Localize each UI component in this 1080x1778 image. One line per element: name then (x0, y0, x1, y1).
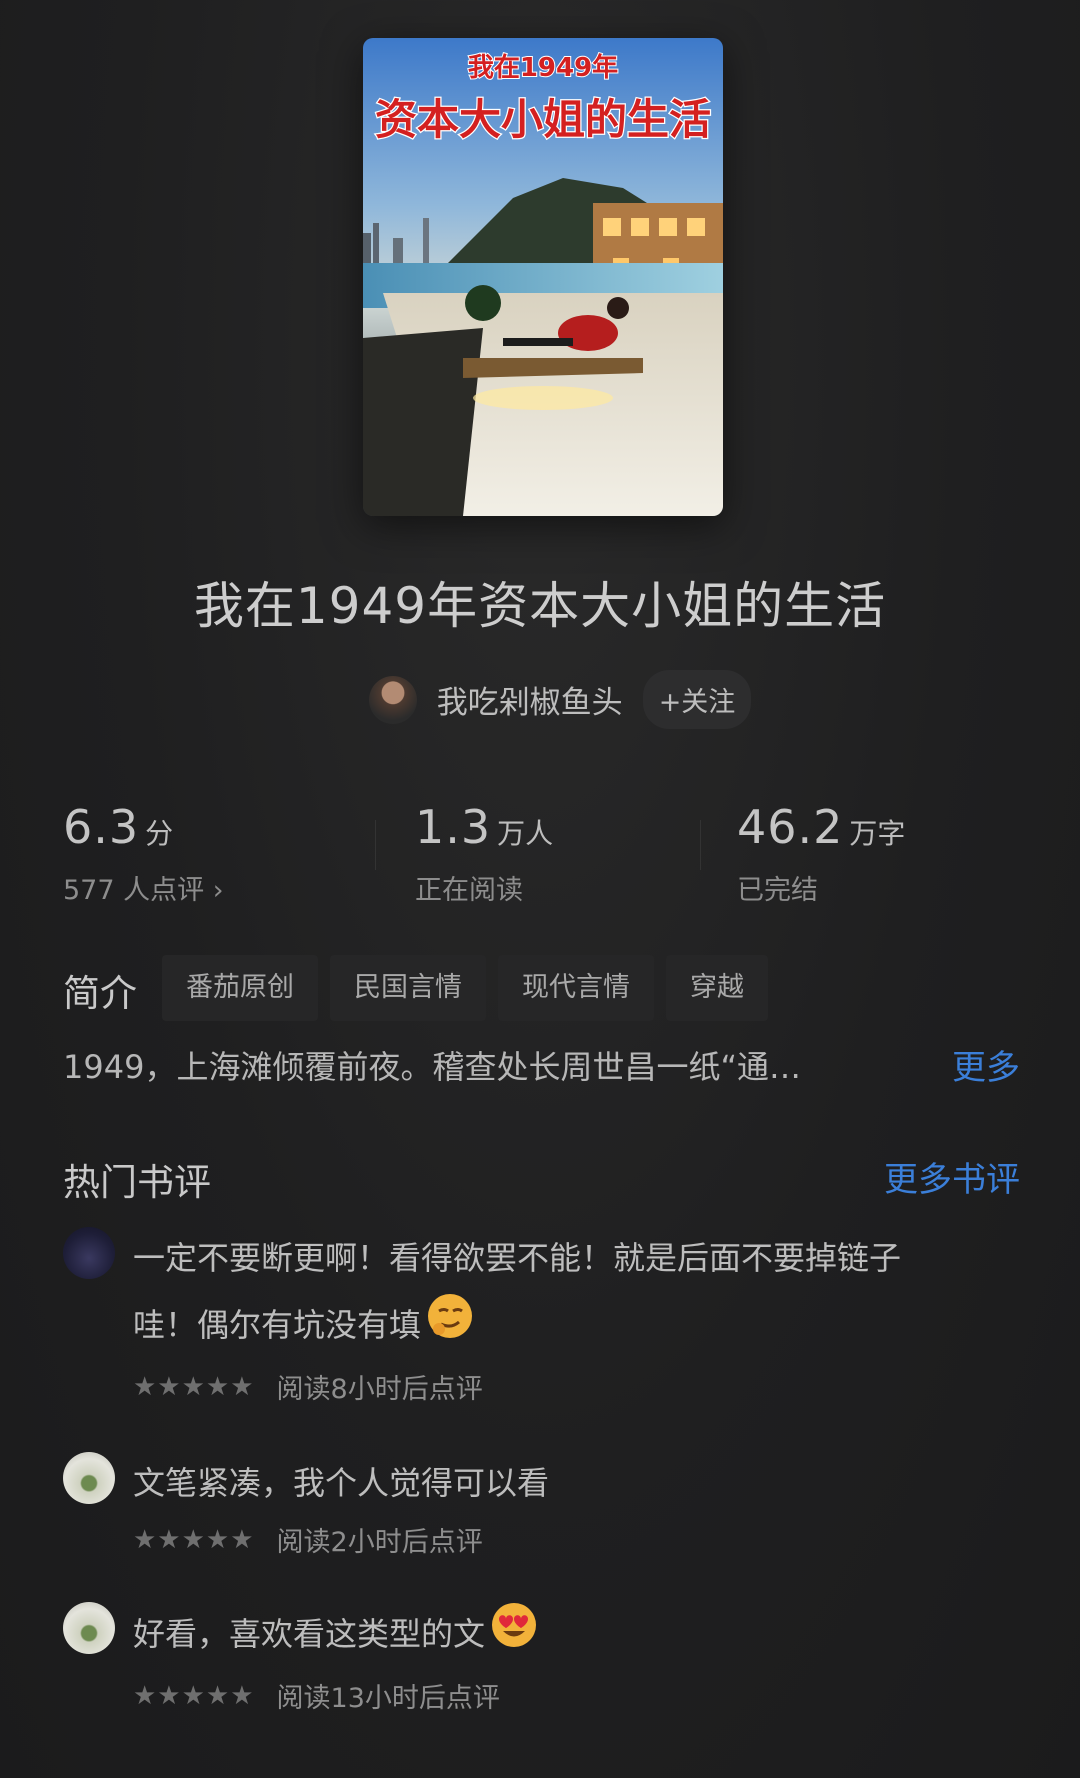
reviews-title: 热门书评 (63, 1161, 211, 1204)
review-time: 阅读8小时后点评 (276, 1374, 483, 1405)
stat-words: 46.2 万字 已完结 (737, 800, 905, 907)
review-text-line2: 哇！偶尔有坑没有填 (133, 1306, 422, 1344)
book-title: 我在1949年资本大小姐的生活 (193, 577, 887, 635)
review-meta: ★★★★★ 阅读13小时后点评 (133, 1676, 1023, 1715)
review-text-line1: 好看，喜欢看这类型的文 (133, 1615, 486, 1653)
review-text-line: 文笔紧凑，我个人觉得可以看 (133, 1464, 550, 1502)
review-text-line: 一定不要断更啊！看得欲罢不能！就是后面不要掉链子 (133, 1239, 902, 1277)
star-rating: ★★★★★ (133, 1680, 255, 1711)
rating-count: 577 人点评 › (63, 875, 224, 906)
intro-label: 简介 (63, 972, 137, 1015)
star-rating: ★★★★★ (133, 1524, 255, 1555)
review-item[interactable]: 文笔紧凑，我个人觉得可以看 ★★★★★ 阅读2小时后点评 (63, 1450, 1023, 1559)
tag-item[interactable]: 穿越 (666, 955, 768, 1021)
words-unit: 万字 (849, 817, 906, 850)
cover-title-line1: 我在1949年 (468, 52, 618, 83)
tag-item[interactable]: 民国言情 (330, 955, 486, 1021)
heart-eyes-face-icon (489, 1600, 539, 1672)
author-name[interactable]: 我吃剁椒鱼头 (437, 677, 623, 722)
words-status: 已完结 (737, 875, 818, 906)
tag-item[interactable]: 番茄原创 (162, 955, 318, 1021)
smirk-face-icon (425, 1291, 475, 1363)
reviewer-avatar[interactable] (63, 1602, 115, 1654)
cover-title-line2: 资本大小姐的生活 (375, 95, 711, 144)
tag-item[interactable]: 现代言情 (498, 955, 654, 1021)
review-text: 好看，喜欢看这类型的文 (133, 1600, 1023, 1672)
follow-button[interactable]: +关注 (642, 670, 752, 729)
review-text: 一定不要断更啊！看得欲罢不能！就是后面不要掉链子 哇！偶尔有坑没有填 (133, 1225, 1023, 1363)
genre-tags: 番茄原创 民国言情 现代言情 穿越 (162, 955, 780, 1021)
intro-text[interactable]: 1949，上海滩倾覆前夜。稽查处长周世昌一纸“通… (63, 1042, 913, 1088)
readers-unit: 万人 (497, 817, 554, 850)
readers-value: 1.3 (415, 800, 492, 854)
review-text: 文笔紧凑，我个人觉得可以看 (133, 1450, 1023, 1516)
review-text-line: 好看，喜欢看这类型的文 (133, 1600, 1023, 1672)
review-text-line: 哇！偶尔有坑没有填 (133, 1291, 1023, 1363)
stat-divider (700, 820, 701, 870)
intro-more-link[interactable]: 更多 (952, 1040, 1020, 1089)
review-meta: ★★★★★ 阅读8小时后点评 (133, 1367, 1023, 1406)
star-rating: ★★★★★ (133, 1371, 255, 1402)
readers-label: 正在阅读 (415, 875, 523, 906)
author-avatar[interactable] (368, 675, 417, 724)
review-item[interactable]: 一定不要断更啊！看得欲罢不能！就是后面不要掉链子 哇！偶尔有坑没有填 ★★★★★… (63, 1225, 1023, 1406)
review-meta: ★★★★★ 阅读2小时后点评 (133, 1520, 1023, 1559)
review-time: 阅读2小时后点评 (276, 1527, 483, 1558)
rating-value: 6.3 (63, 800, 140, 854)
stat-divider (375, 820, 376, 870)
stat-readers: 1.3 万人 正在阅读 (415, 800, 553, 907)
author-row: 我吃剁椒鱼头 +关注 (0, 670, 1080, 729)
more-reviews-link[interactable]: 更多书评 (884, 1152, 1020, 1201)
words-value: 46.2 (737, 800, 844, 854)
review-item[interactable]: 好看，喜欢看这类型的文 ★★★★★ 阅读13小时后点评 (63, 1600, 1023, 1715)
reviewer-avatar[interactable] (63, 1227, 115, 1279)
reviewer-avatar[interactable] (63, 1452, 115, 1504)
stat-rating[interactable]: 6.3 分 577 人点评 › (63, 800, 224, 907)
book-cover[interactable]: 我在1949年 资本大小姐的生活 (363, 38, 723, 516)
review-time: 阅读13小时后点评 (276, 1683, 500, 1714)
rating-unit: 分 (145, 817, 174, 850)
